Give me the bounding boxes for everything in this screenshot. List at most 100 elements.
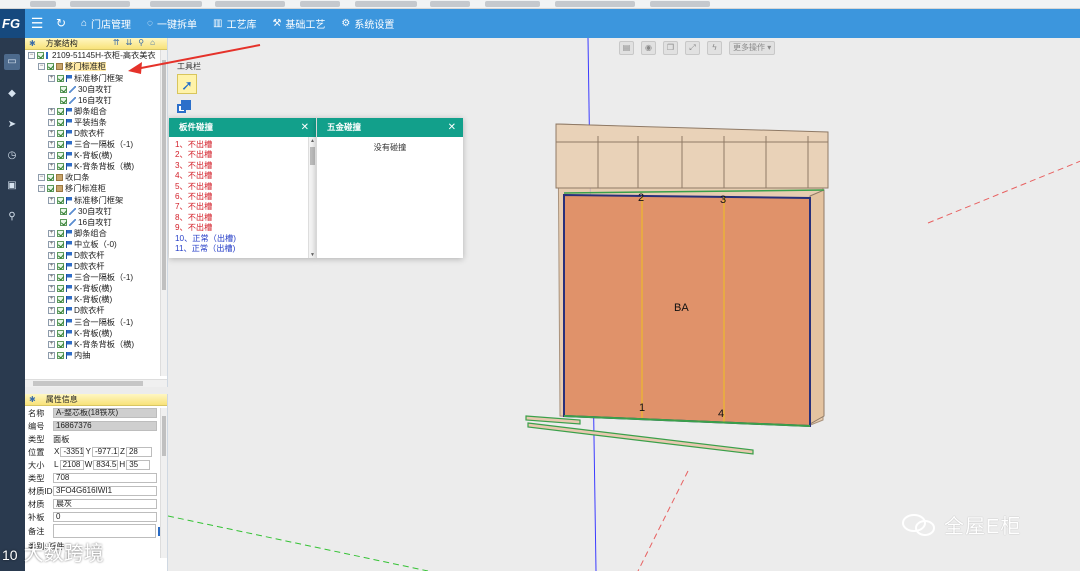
- node-checkbox[interactable]: [57, 229, 64, 237]
- tree-node[interactable]: + D款衣杆: [25, 250, 167, 261]
- tree-node[interactable]: 30自攻钉: [25, 205, 167, 216]
- tree-vertical-scrollbar[interactable]: [160, 50, 167, 376]
- size-h-field[interactable]: 35: [126, 459, 151, 470]
- note-field[interactable]: [52, 524, 157, 538]
- node-checkbox[interactable]: [57, 351, 64, 359]
- flash-icon[interactable]: ϟ: [707, 41, 722, 55]
- search-icon[interactable]: ⚲: [4, 209, 20, 225]
- tree-node[interactable]: + K-背条背板（横): [25, 338, 167, 349]
- node-checkbox[interactable]: [47, 185, 54, 193]
- node-checkbox[interactable]: [57, 196, 64, 204]
- collision-item[interactable]: 4、不出槽: [169, 171, 316, 181]
- tree-node[interactable]: − 收口条: [25, 172, 167, 183]
- tree-node[interactable]: + 三合一隔板（-1): [25, 316, 167, 327]
- close-icon[interactable]: ✕: [301, 118, 309, 137]
- clock-icon[interactable]: ◷: [4, 148, 20, 164]
- nav-system-settings[interactable]: ⚙ 系统设置: [333, 9, 402, 38]
- prop-scrollbar[interactable]: [160, 408, 167, 558]
- expand-toggle-icon[interactable]: +: [48, 296, 55, 304]
- tree-node[interactable]: 16自攻钉: [25, 94, 167, 105]
- collision-item[interactable]: 1、不出槽: [169, 140, 316, 150]
- collision-item[interactable]: 10、正常（出槽): [169, 234, 316, 244]
- material-field[interactable]: 晨灰: [53, 498, 157, 509]
- name-field[interactable]: A-整芯板(18铁灰): [53, 407, 157, 418]
- send-icon[interactable]: ➤: [4, 117, 20, 133]
- fit-icon[interactable]: ⤢: [685, 41, 700, 55]
- tree-node[interactable]: + 内抽: [25, 350, 167, 361]
- tree-node[interactable]: + D款衣杆: [25, 261, 167, 272]
- expand-toggle-icon[interactable]: +: [48, 107, 55, 115]
- node-checkbox[interactable]: [60, 207, 67, 215]
- node-checkbox[interactable]: [57, 263, 64, 271]
- node-checkbox[interactable]: [47, 174, 54, 182]
- tree-node[interactable]: + 脚条组合: [25, 105, 167, 116]
- close-icon[interactable]: ✕: [448, 118, 456, 137]
- nav-process-library[interactable]: ▥ 工艺库: [205, 9, 264, 38]
- save-icon[interactable]: ▤: [619, 41, 634, 55]
- node-checkbox[interactable]: [57, 252, 64, 260]
- target-icon[interactable]: ◉: [641, 41, 656, 55]
- refresh-icon[interactable]: ↻: [49, 9, 73, 38]
- expand-toggle-icon[interactable]: +: [48, 252, 55, 260]
- node-checkbox[interactable]: [60, 96, 67, 104]
- pos-z-field[interactable]: 28: [125, 446, 152, 457]
- expand-toggle-icon[interactable]: +: [48, 152, 55, 160]
- tree-node[interactable]: + K-背条背板（横): [25, 161, 167, 172]
- node-checkbox[interactable]: [57, 296, 64, 304]
- node-checkbox[interactable]: [57, 329, 64, 337]
- tree-node[interactable]: + D款衣杆: [25, 128, 167, 139]
- tree-node[interactable]: − 移门标准柜: [25, 183, 167, 194]
- pos-y-field[interactable]: -977.1: [91, 446, 119, 457]
- layout-icon[interactable]: ▭: [4, 54, 20, 70]
- tree-node[interactable]: + 标准移门框架: [25, 72, 167, 83]
- gear-icon[interactable]: ✱: [29, 39, 36, 48]
- tree-node[interactable]: 16自攻钉: [25, 216, 167, 227]
- node-checkbox[interactable]: [47, 63, 54, 71]
- tree-node[interactable]: + K-背板(横): [25, 327, 167, 338]
- expand-toggle-icon[interactable]: −: [38, 185, 45, 193]
- node-checkbox[interactable]: [60, 218, 67, 226]
- more-operations-dropdown[interactable]: 更多操作 ▾: [729, 41, 776, 55]
- node-checkbox[interactable]: [57, 285, 64, 293]
- expand-toggle-icon[interactable]: +: [48, 318, 55, 326]
- expand-toggle-icon[interactable]: +: [48, 129, 55, 137]
- node-checkbox[interactable]: [57, 141, 64, 149]
- expand-toggle-icon[interactable]: +: [48, 141, 55, 149]
- expand-toggle-icon[interactable]: +: [48, 240, 55, 248]
- tree-node[interactable]: + 标准移门框架: [25, 194, 167, 205]
- expand-toggle-icon[interactable]: +: [48, 163, 55, 171]
- expand-toggle-icon[interactable]: −: [38, 63, 45, 71]
- node-checkbox[interactable]: [57, 340, 64, 348]
- expand-toggle-icon[interactable]: +: [48, 196, 55, 204]
- code-field[interactable]: 16867376: [53, 420, 157, 431]
- expand-toggle-icon[interactable]: +: [48, 263, 55, 271]
- node-checkbox[interactable]: [57, 274, 64, 282]
- tree-node[interactable]: + 脚条组合: [25, 228, 167, 239]
- collision-item[interactable]: 3、不出槽: [169, 161, 316, 171]
- nav-store-management[interactable]: ⌂ 门店管理: [73, 9, 139, 38]
- expand-toggle-icon[interactable]: +: [48, 118, 55, 126]
- expand-toggle-icon[interactable]: +: [48, 329, 55, 337]
- expand-toggle-icon[interactable]: +: [48, 285, 55, 293]
- size-l-field[interactable]: 2108: [59, 459, 84, 470]
- expand-toggle-icon[interactable]: +: [48, 340, 55, 348]
- expand-toggle-icon[interactable]: +: [48, 307, 55, 315]
- collision-item[interactable]: 6、不出槽: [169, 192, 316, 202]
- node-checkbox[interactable]: [57, 118, 64, 126]
- expand-toggle-icon[interactable]: −: [28, 52, 35, 60]
- expand-toggle-icon[interactable]: +: [48, 351, 55, 359]
- node-checkbox[interactable]: [57, 129, 64, 137]
- nav-one-click-split[interactable]: ◌ 一键拆单: [139, 9, 205, 38]
- collision-item[interactable]: 5、不出槽: [169, 182, 316, 192]
- pointer-icon[interactable]: ➚: [177, 74, 197, 94]
- menu-icon[interactable]: ☰: [25, 9, 49, 38]
- tree-node[interactable]: + 平装挡条: [25, 117, 167, 128]
- node-checkbox[interactable]: [57, 240, 64, 248]
- expand-toggle-icon[interactable]: +: [48, 229, 55, 237]
- 3d-viewport[interactable]: 2 3 BA 1 4 ▤ ◉ ❐ ⤢ ϟ 更多操作 ▾ 工具栏 ➚ 板件碰撞 ✕…: [168, 38, 1080, 571]
- tree-node[interactable]: + 三合一隔板（-1): [25, 139, 167, 150]
- tree-node[interactable]: + 三合一隔板（-1): [25, 272, 167, 283]
- node-checkbox[interactable]: [57, 107, 64, 115]
- tree-node[interactable]: + K-背板(横): [25, 150, 167, 161]
- node-checkbox[interactable]: [37, 52, 44, 60]
